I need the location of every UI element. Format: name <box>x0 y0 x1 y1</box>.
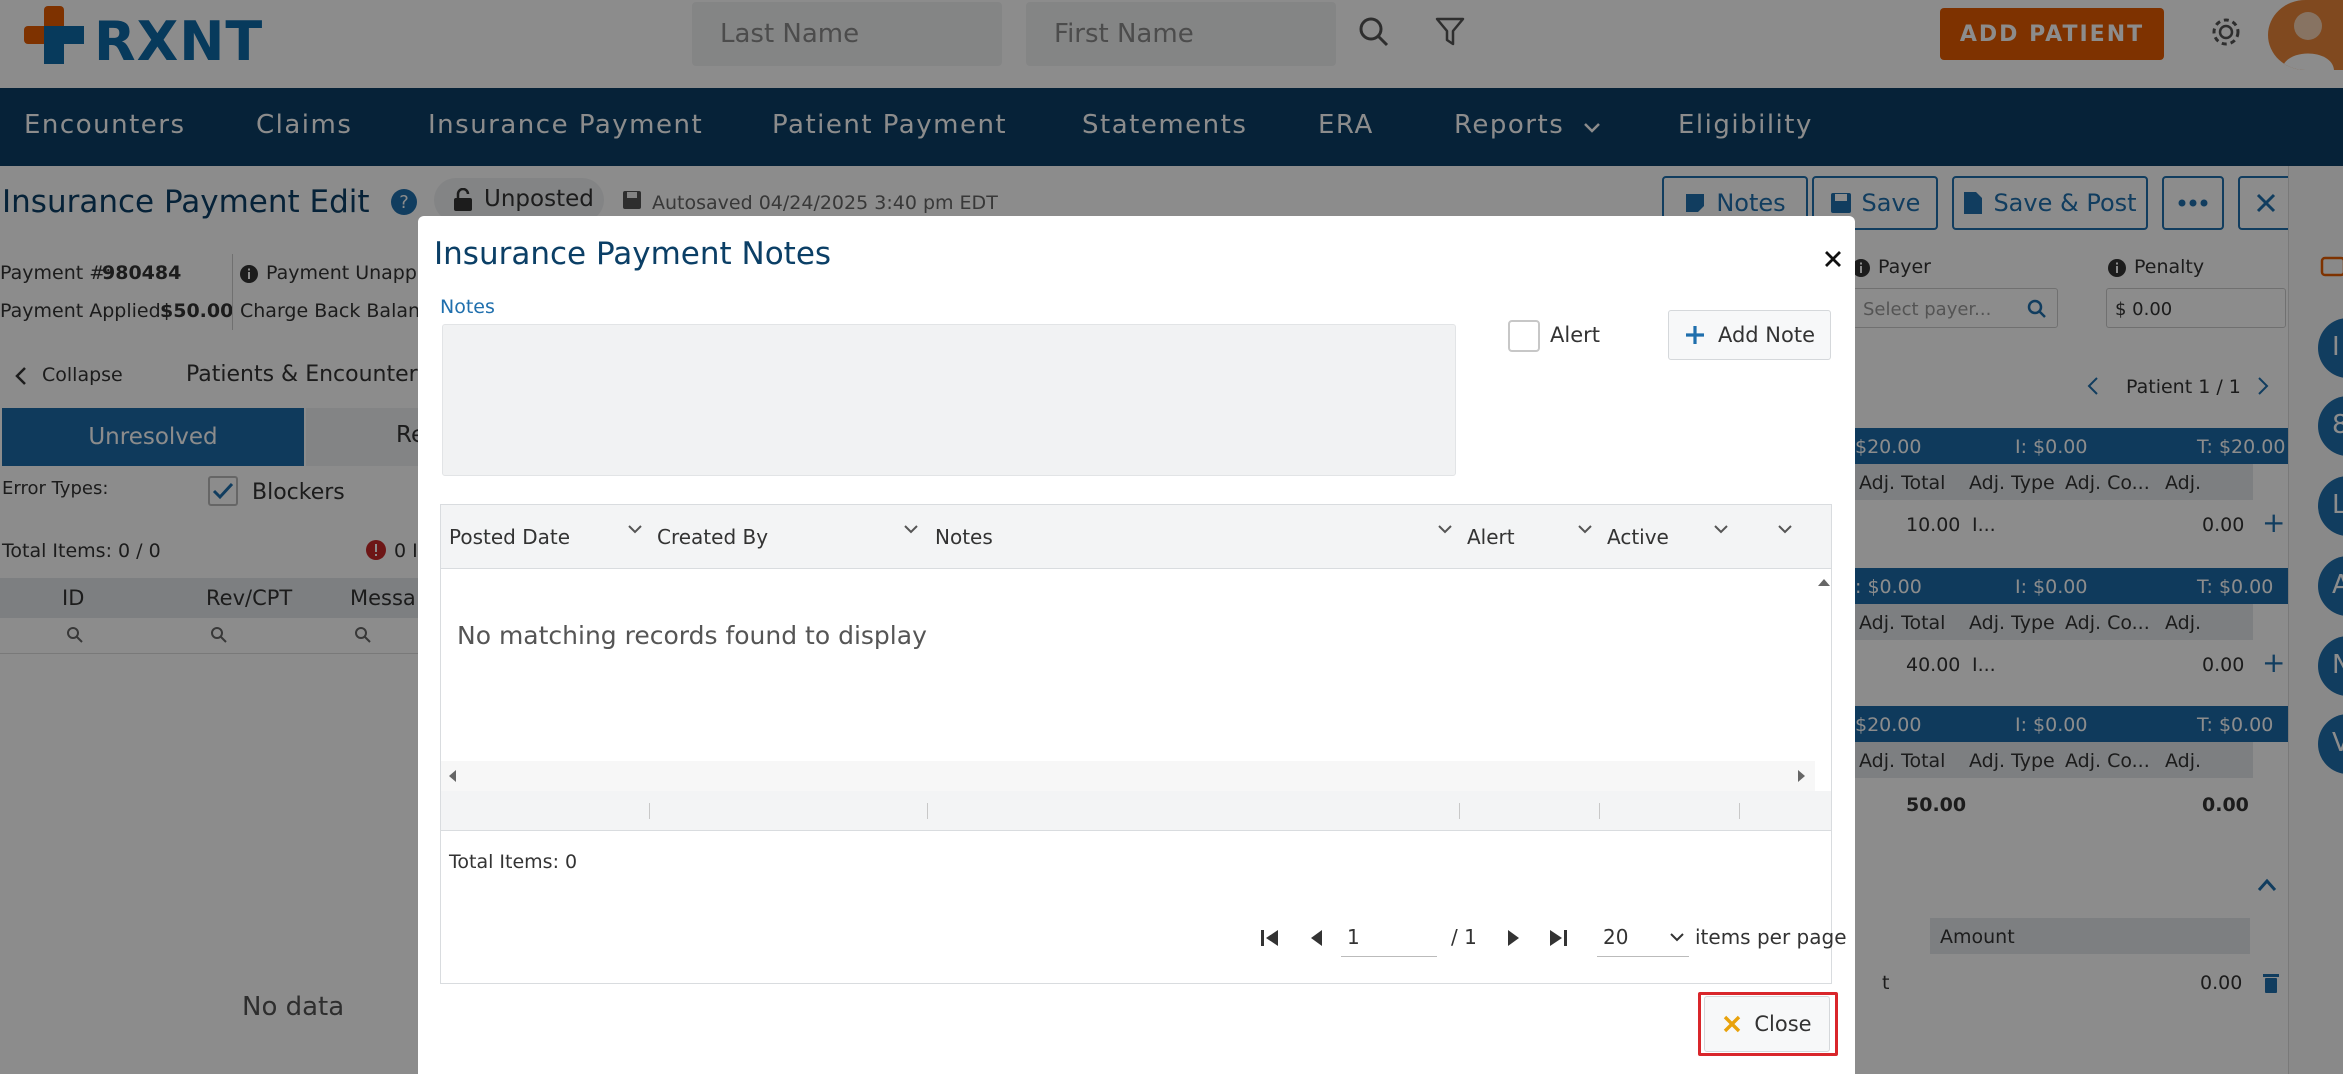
divider <box>1459 803 1460 819</box>
alert-label: Alert <box>1550 323 1600 347</box>
page-number-input[interactable]: 1 <box>1341 917 1437 957</box>
chevron-down-icon[interactable] <box>901 519 921 539</box>
notes-label: Notes <box>440 296 495 318</box>
notes-textarea[interactable] <box>442 324 1456 476</box>
empty-message: No matching records found to display <box>457 621 927 650</box>
vertical-scrollbar[interactable] <box>1815 569 1833 813</box>
divider <box>1739 803 1740 819</box>
col-posted-date[interactable]: Posted Date <box>449 525 570 549</box>
modal-title: Insurance Payment Notes <box>434 236 832 272</box>
col-created-by[interactable]: Created By <box>657 525 768 549</box>
notes-grid-header: Posted Date Created By Notes Alert Activ… <box>441 505 1831 569</box>
chevron-down-icon[interactable] <box>1711 519 1731 539</box>
divider <box>927 803 928 819</box>
first-page-icon[interactable] <box>1257 925 1283 951</box>
last-page-icon[interactable] <box>1545 925 1571 951</box>
divider <box>649 803 650 819</box>
scroll-up-icon[interactable] <box>1817 577 1831 587</box>
chevron-down-icon[interactable] <box>1435 519 1455 539</box>
add-note-label: Add Note <box>1717 323 1816 347</box>
items-per-page-label: items per page <box>1695 925 1847 949</box>
add-note-button[interactable]: Add Note <box>1668 310 1831 360</box>
next-page-icon[interactable] <box>1501 925 1527 951</box>
scroll-right-icon[interactable] <box>1797 769 1807 783</box>
col-notes[interactable]: Notes <box>935 525 993 549</box>
horizontal-scrollbar[interactable] <box>441 761 1815 791</box>
insurance-payment-notes-modal: Insurance Payment Notes Notes Alert Add … <box>418 216 1855 1074</box>
scroll-left-icon[interactable] <box>447 769 457 783</box>
chevron-down-icon[interactable] <box>1775 519 1795 539</box>
page-number-value: 1 <box>1347 925 1360 949</box>
chevron-down-icon[interactable] <box>625 519 645 539</box>
items-per-page-value: 20 <box>1603 925 1629 949</box>
prev-page-icon[interactable] <box>1303 925 1329 951</box>
plus-icon <box>1685 326 1704 344</box>
chevron-down-icon <box>1670 933 1684 942</box>
divider <box>1599 803 1600 819</box>
col-alert[interactable]: Alert <box>1467 525 1515 549</box>
close-icon[interactable] <box>1816 242 1850 276</box>
chevron-down-icon[interactable] <box>1575 519 1595 539</box>
page-total: / 1 <box>1451 925 1477 949</box>
alert-checkbox[interactable] <box>1508 320 1540 352</box>
notes-grid: Posted Date Created By Notes Alert Activ… <box>440 504 1847 984</box>
grid-footer-row <box>441 791 1831 831</box>
close-button-highlight <box>1698 992 1838 1056</box>
total-items: Total Items: 0 <box>449 851 578 873</box>
items-per-page-select[interactable]: 20 <box>1597 917 1689 957</box>
col-active[interactable]: Active <box>1607 525 1669 549</box>
